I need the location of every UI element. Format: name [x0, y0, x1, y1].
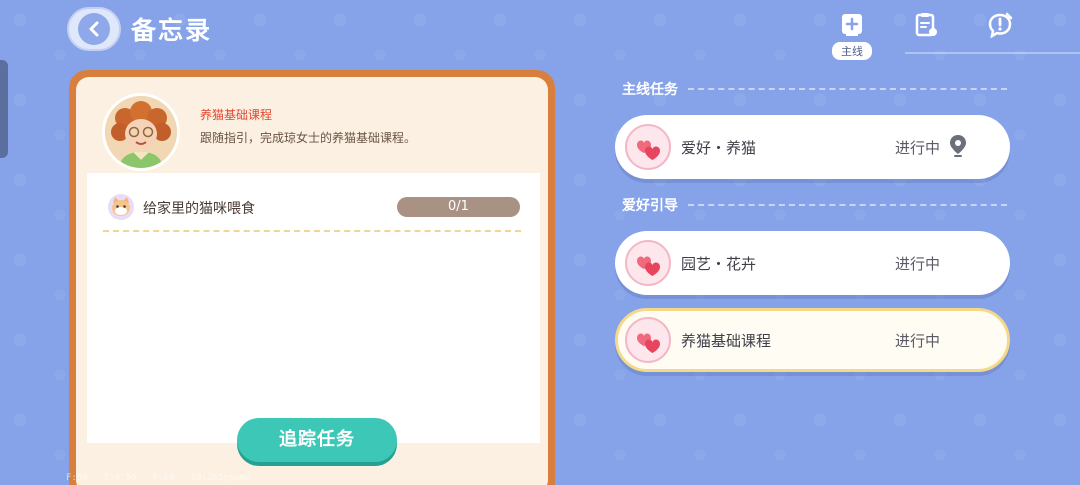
quest-status: 进行中	[895, 139, 941, 157]
task-panel: 给家里的猫咪喂食 0/1	[87, 173, 540, 443]
section-main-divider	[688, 88, 1007, 90]
quest-status: 进行中	[895, 332, 941, 350]
toolbar-divider	[905, 52, 1080, 54]
heart-bubble-icon	[625, 317, 671, 363]
npc-portrait-icon	[105, 96, 177, 168]
section-main-title: 主线任务	[622, 82, 678, 98]
heart-bubble-icon	[625, 124, 671, 170]
location-pin-icon[interactable]	[948, 134, 968, 158]
quest-item-gardening[interactable]: 园艺・花卉 进行中	[615, 231, 1010, 295]
back-arrow-icon	[89, 21, 99, 37]
track-task-button[interactable]: 追踪任务	[237, 418, 397, 462]
hint-tab[interactable]	[980, 12, 1020, 38]
cat-face-icon	[108, 194, 134, 220]
section-hobby-divider	[688, 204, 1007, 206]
task-row: 给家里的猫咪喂食 0/1	[107, 191, 520, 223]
mainline-tab-label: 主线	[832, 42, 872, 60]
course-title: 养猫基础课程	[200, 108, 273, 122]
clipboard-tab[interactable]	[906, 12, 946, 38]
side-drawer-tab[interactable]	[0, 60, 8, 158]
avatar	[102, 93, 180, 171]
mainline-tab[interactable]: 主线	[832, 12, 872, 60]
add-task-icon	[842, 14, 862, 36]
back-button[interactable]	[67, 7, 121, 51]
course-description: 跟随指引，完成琼女士的养猫基础课程。	[200, 131, 417, 145]
quest-name: 园艺・花卉	[681, 255, 757, 273]
section-hobby-header: 爱好引导	[622, 195, 1007, 215]
quest-name: 爱好・养猫	[681, 139, 757, 157]
debug-overlay: F:58 T:0.50 F:60 ID:2m5rpumv	[66, 473, 251, 483]
speech-alert-icon	[988, 12, 1013, 38]
quest-name: 养猫基础课程	[681, 332, 772, 350]
task-divider	[103, 230, 521, 232]
clipboard-icon	[915, 13, 937, 37]
quest-item-hobby-cat[interactable]: 爱好・养猫 进行中	[615, 115, 1010, 179]
section-main-header: 主线任务	[622, 79, 1007, 99]
quest-status: 进行中	[895, 255, 941, 273]
page-title: 备忘录	[131, 16, 213, 45]
task-progress: 0/1	[397, 197, 520, 217]
quest-item-cat-course[interactable]: 养猫基础课程 进行中	[615, 308, 1010, 372]
heart-bubble-icon	[625, 240, 671, 286]
section-hobby-title: 爱好引导	[622, 198, 678, 214]
course-card: 养猫基础课程 跟随指引，完成琼女士的养猫基础课程。 给家里的猫咪喂食 0/1 追…	[69, 70, 555, 485]
course-card-inner: 养猫基础课程 跟随指引，完成琼女士的养猫基础课程。 给家里的猫咪喂食 0/1 追…	[76, 77, 548, 485]
task-label: 给家里的猫咪喂食	[143, 201, 255, 217]
